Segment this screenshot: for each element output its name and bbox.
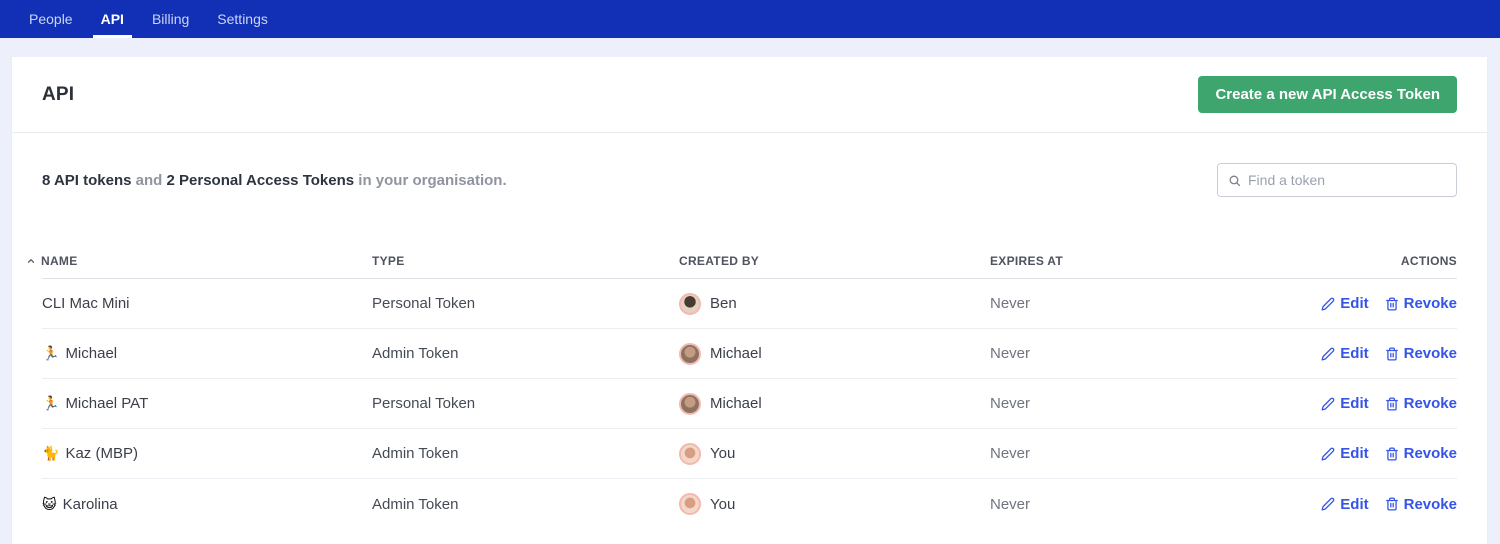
table-row: 🏃 Michael Admin Token Michael Never Edit — [42, 329, 1457, 379]
table-row: 🐈 Kaz (MBP) Admin Token You Never Edit R… — [42, 429, 1457, 479]
pencil-icon — [1321, 447, 1335, 460]
summary-pat-count: 2 Personal Access Tokens — [166, 171, 355, 189]
trash-icon — [1385, 397, 1398, 410]
trash-icon — [1385, 297, 1398, 310]
magnifier-icon — [1229, 175, 1241, 186]
summary-suffix: in your organisation. — [354, 171, 507, 189]
token-type: Admin Token — [372, 495, 459, 513]
tab-settings[interactable]: Settings — [203, 0, 282, 38]
tab-api[interactable]: API — [87, 0, 138, 38]
search-input[interactable] — [1248, 172, 1446, 188]
tab-people[interactable]: People — [15, 0, 87, 38]
created-by-name: Ben — [710, 295, 737, 312]
cat-emoji-icon: 🐈 — [42, 445, 60, 461]
summary-connector: and — [131, 171, 167, 189]
edit-button[interactable]: Edit — [1321, 496, 1369, 513]
created-by-name: You — [710, 495, 736, 513]
card-header: API Create a new API Access Token — [12, 57, 1487, 133]
column-header-actions: Actions — [1400, 253, 1457, 268]
page-title: API — [42, 83, 75, 105]
avatar — [679, 442, 701, 465]
revoke-button[interactable]: Revoke — [1385, 345, 1457, 362]
table-header-row: Name Type Created by Expires at Actions — [27, 243, 1457, 279]
created-by-name: You — [710, 445, 736, 462]
avatar — [679, 292, 701, 315]
create-token-button[interactable]: Create a new API Access Token — [1198, 76, 1457, 113]
pencil-icon — [1321, 297, 1335, 310]
runner-emoji-icon: 🏃 — [42, 345, 60, 361]
table-row: CLI Mac Mini Personal Token Ben Never Ed… — [42, 279, 1457, 329]
column-header-created-by: Created by — [679, 253, 760, 268]
summary-api-token-count: 8 API tokens — [42, 171, 132, 189]
tab-billing[interactable]: Billing — [138, 0, 203, 38]
column-header-expires-at: Expires at — [990, 253, 1064, 268]
card-body: 8 API tokens and 2 Personal Access Token… — [12, 133, 1487, 529]
revoke-button[interactable]: Revoke — [1385, 496, 1457, 513]
trash-icon — [1385, 497, 1398, 511]
token-type: Personal Token — [372, 295, 476, 312]
expires-at: Never — [990, 345, 1031, 362]
table-row: 🏃 Michael PAT Personal Token Michael Nev… — [42, 379, 1457, 429]
column-header-name-label: Name — [41, 253, 78, 268]
revoke-button[interactable]: Revoke — [1385, 395, 1457, 412]
revoke-button[interactable]: Revoke — [1385, 445, 1457, 462]
token-name: Karolina — [62, 495, 118, 513]
token-type: Admin Token — [372, 345, 459, 362]
trash-icon — [1385, 447, 1398, 460]
avatar — [679, 392, 701, 415]
expires-at: Never — [990, 445, 1031, 462]
revoke-button[interactable]: Revoke — [1385, 295, 1457, 312]
token-name: Michael PAT — [65, 395, 149, 412]
api-card: API Create a new API Access Token 8 API … — [12, 57, 1487, 544]
edit-button[interactable]: Edit — [1321, 295, 1369, 312]
token-type: Personal Token — [372, 395, 476, 412]
created-by-name: Michael — [710, 395, 762, 412]
token-name: Michael — [65, 345, 118, 362]
edit-button[interactable]: Edit — [1321, 395, 1369, 412]
edit-button[interactable]: Edit — [1321, 445, 1369, 462]
table-row: 😺 Karolina Admin Token You Never Edit Re… — [42, 479, 1457, 529]
trash-icon — [1385, 347, 1398, 360]
token-summary: 8 API tokens and 2 Personal Access Token… — [42, 172, 507, 189]
pencil-icon — [1321, 497, 1335, 511]
meta-row: 8 API tokens and 2 Personal Access Token… — [42, 163, 1457, 197]
runner-emoji-icon: 🏃 — [42, 395, 60, 411]
pencil-icon — [1321, 347, 1335, 360]
column-header-type: Type — [372, 253, 405, 268]
token-search — [1217, 163, 1457, 197]
chevron-up-icon — [26, 256, 36, 266]
cat-face-emoji-icon: 😺 — [42, 495, 57, 512]
token-name: Kaz (MBP) — [65, 445, 138, 462]
avatar — [679, 342, 701, 365]
expires-at: Never — [990, 495, 1031, 513]
avatar — [679, 493, 701, 515]
token-name: CLI Mac Mini — [42, 295, 130, 312]
created-by-name: Michael — [710, 345, 762, 362]
expires-at: Never — [990, 295, 1031, 312]
top-navigation: People API Billing Settings — [0, 0, 1500, 38]
column-header-name[interactable]: Name — [27, 253, 372, 268]
tokens-table: Name Type Created by Expires at Actions … — [27, 243, 1457, 529]
edit-button[interactable]: Edit — [1321, 345, 1369, 362]
token-type: Admin Token — [372, 445, 459, 462]
expires-at: Never — [990, 395, 1031, 412]
pencil-icon — [1321, 397, 1335, 410]
